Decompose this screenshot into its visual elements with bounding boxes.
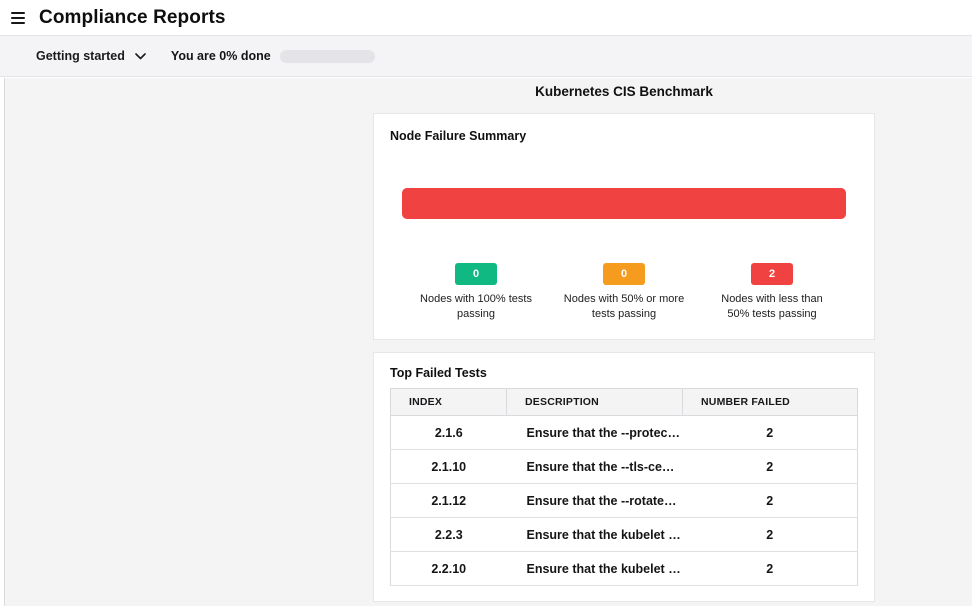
progress-text: You are 0% done: [171, 49, 271, 63]
node-failure-summary-title: Node Failure Summary: [390, 129, 858, 143]
cell-index: 2.2.10: [391, 552, 507, 586]
stat-badge-orange: 0: [603, 263, 645, 285]
stat-nodes-50-or-more-passing: 0 Nodes with 50% or more tests passing: [550, 263, 698, 321]
column-header-description: DESCRIPTION: [507, 389, 683, 416]
getting-started-dropdown[interactable]: Getting started: [36, 49, 146, 63]
cell-number-failed: 2: [683, 552, 858, 586]
failure-bar: [402, 188, 846, 219]
table-row[interactable]: 2.1.6 Ensure that the --protec… 2: [391, 416, 858, 450]
cell-index: 2.2.3: [391, 518, 507, 552]
stat-nodes-100-passing: 0 Nodes with 100% tests passing: [402, 263, 550, 321]
getting-started-label: Getting started: [36, 49, 125, 63]
stat-label: Nodes with 100% tests passing: [414, 292, 538, 321]
chevron-down-icon: [135, 53, 146, 60]
cell-index: 2.1.12: [391, 484, 507, 518]
top-failed-tests-table: INDEX DESCRIPTION NUMBER FAILED 2.1.6 En…: [390, 388, 858, 586]
cell-description: Ensure that the kubelet …: [507, 518, 683, 552]
cell-description: Ensure that the --protec…: [507, 416, 683, 450]
report-title: Kubernetes CIS Benchmark: [373, 84, 875, 99]
hamburger-menu-icon[interactable]: [8, 7, 30, 29]
cell-index: 2.1.10: [391, 450, 507, 484]
cell-number-failed: 2: [683, 416, 858, 450]
page-title: Compliance Reports: [39, 7, 226, 29]
table-row[interactable]: 2.1.12 Ensure that the --rotate… 2: [391, 484, 858, 518]
cell-description: Ensure that the kubelet …: [507, 552, 683, 586]
table-header: INDEX DESCRIPTION NUMBER FAILED: [391, 389, 858, 416]
progress-bar: [280, 50, 375, 63]
table-row[interactable]: 2.2.3 Ensure that the kubelet … 2: [391, 518, 858, 552]
top-failed-tests-card: Top Failed Tests INDEX DESCRIPTION NUMBE…: [373, 352, 875, 602]
main-content: Kubernetes CIS Benchmark Node Failure Su…: [0, 78, 972, 606]
cell-number-failed: 2: [683, 484, 858, 518]
column-header-index: INDEX: [391, 389, 507, 416]
stat-nodes-less-than-50-passing: 2 Nodes with less than 50% tests passing: [698, 263, 846, 321]
column-header-number-failed: NUMBER FAILED: [683, 389, 858, 416]
bar-segment-failing: [402, 188, 846, 219]
cell-index: 2.1.6: [391, 416, 507, 450]
node-stats-row: 0 Nodes with 100% tests passing 0 Nodes …: [390, 263, 858, 321]
stat-label: Nodes with 50% or more tests passing: [562, 292, 686, 321]
collapsed-sidebar-edge: [0, 78, 5, 606]
cell-number-failed: 2: [683, 518, 858, 552]
top-header: Compliance Reports: [0, 0, 972, 35]
top-failed-tests-title: Top Failed Tests: [390, 366, 858, 380]
cell-description: Ensure that the --tls-ce…: [507, 450, 683, 484]
node-failure-summary-card: Node Failure Summary 0 Nodes with 100% t…: [373, 113, 875, 340]
cell-number-failed: 2: [683, 450, 858, 484]
getting-started-bar: Getting started You are 0% done: [0, 35, 972, 77]
stat-badge-red: 2: [751, 263, 793, 285]
stat-label: Nodes with less than 50% tests passing: [710, 292, 834, 321]
table-row[interactable]: 2.2.10 Ensure that the kubelet … 2: [391, 552, 858, 586]
stat-badge-green: 0: [455, 263, 497, 285]
cell-description: Ensure that the --rotate…: [507, 484, 683, 518]
table-row[interactable]: 2.1.10 Ensure that the --tls-ce… 2: [391, 450, 858, 484]
node-failure-bar-chart: [390, 188, 858, 219]
report-container: Kubernetes CIS Benchmark Node Failure Su…: [373, 84, 875, 602]
